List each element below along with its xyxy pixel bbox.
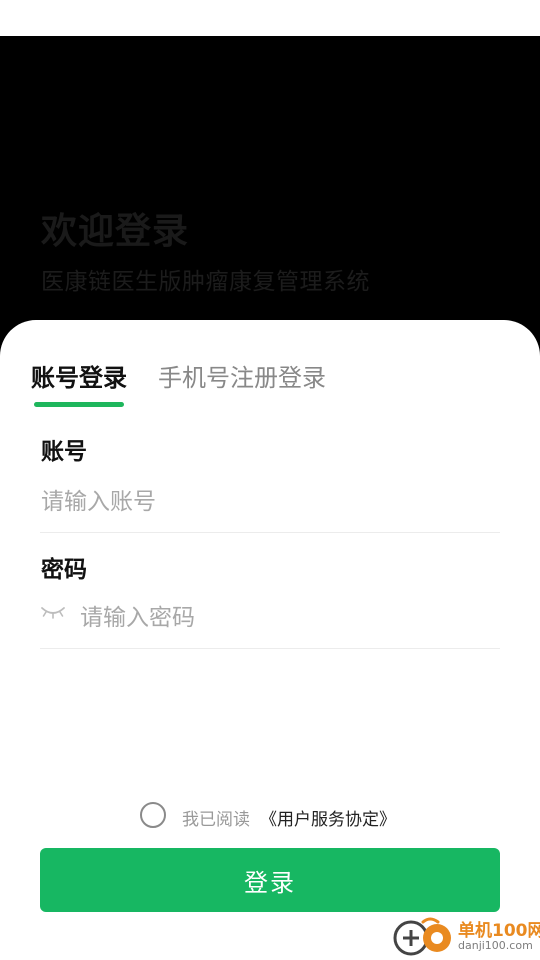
- agreement-row: 我已阅读 《用户服务协定》: [0, 800, 540, 834]
- agreement-radio[interactable]: [140, 802, 166, 828]
- login-tabs: 账号登录 手机号注册登录: [0, 320, 540, 410]
- welcome-subtitle: 医康链医生版肿瘤康复管理系统: [41, 269, 370, 295]
- password-label: 密码: [41, 557, 87, 583]
- tab-account-login[interactable]: 账号登录: [31, 358, 127, 393]
- watermark-logo-icon: [393, 917, 451, 956]
- status-bar: [0, 0, 540, 36]
- watermark-name: 单机100网: [458, 921, 540, 941]
- eye-closed-icon[interactable]: [40, 604, 66, 620]
- account-input[interactable]: [41, 484, 491, 520]
- password-divider: [40, 648, 500, 649]
- tab-phone-register-login[interactable]: 手机号注册登录: [158, 358, 326, 393]
- account-divider: [40, 532, 500, 533]
- active-tab-indicator: [34, 402, 124, 407]
- welcome-title: 欢迎登录: [41, 211, 190, 252]
- login-button[interactable]: 登录: [40, 848, 500, 912]
- password-input[interactable]: [80, 600, 490, 636]
- account-label: 账号: [41, 439, 87, 465]
- user-agreement-link[interactable]: 《用户服务协定》: [260, 805, 396, 830]
- login-sheet: 账号登录 手机号注册登录 账号 密码 我已阅读 《用户服务协定》 登录: [0, 320, 540, 960]
- login-screen: 欢迎登录 医康链医生版肿瘤康复管理系统 账号登录 手机号注册登录 账号 密码 我…: [0, 0, 540, 960]
- agreement-text: 我已阅读: [182, 810, 250, 830]
- watermark-url: danji100.com: [458, 939, 533, 952]
- watermark: 单机100网 danji100.com: [388, 912, 540, 960]
